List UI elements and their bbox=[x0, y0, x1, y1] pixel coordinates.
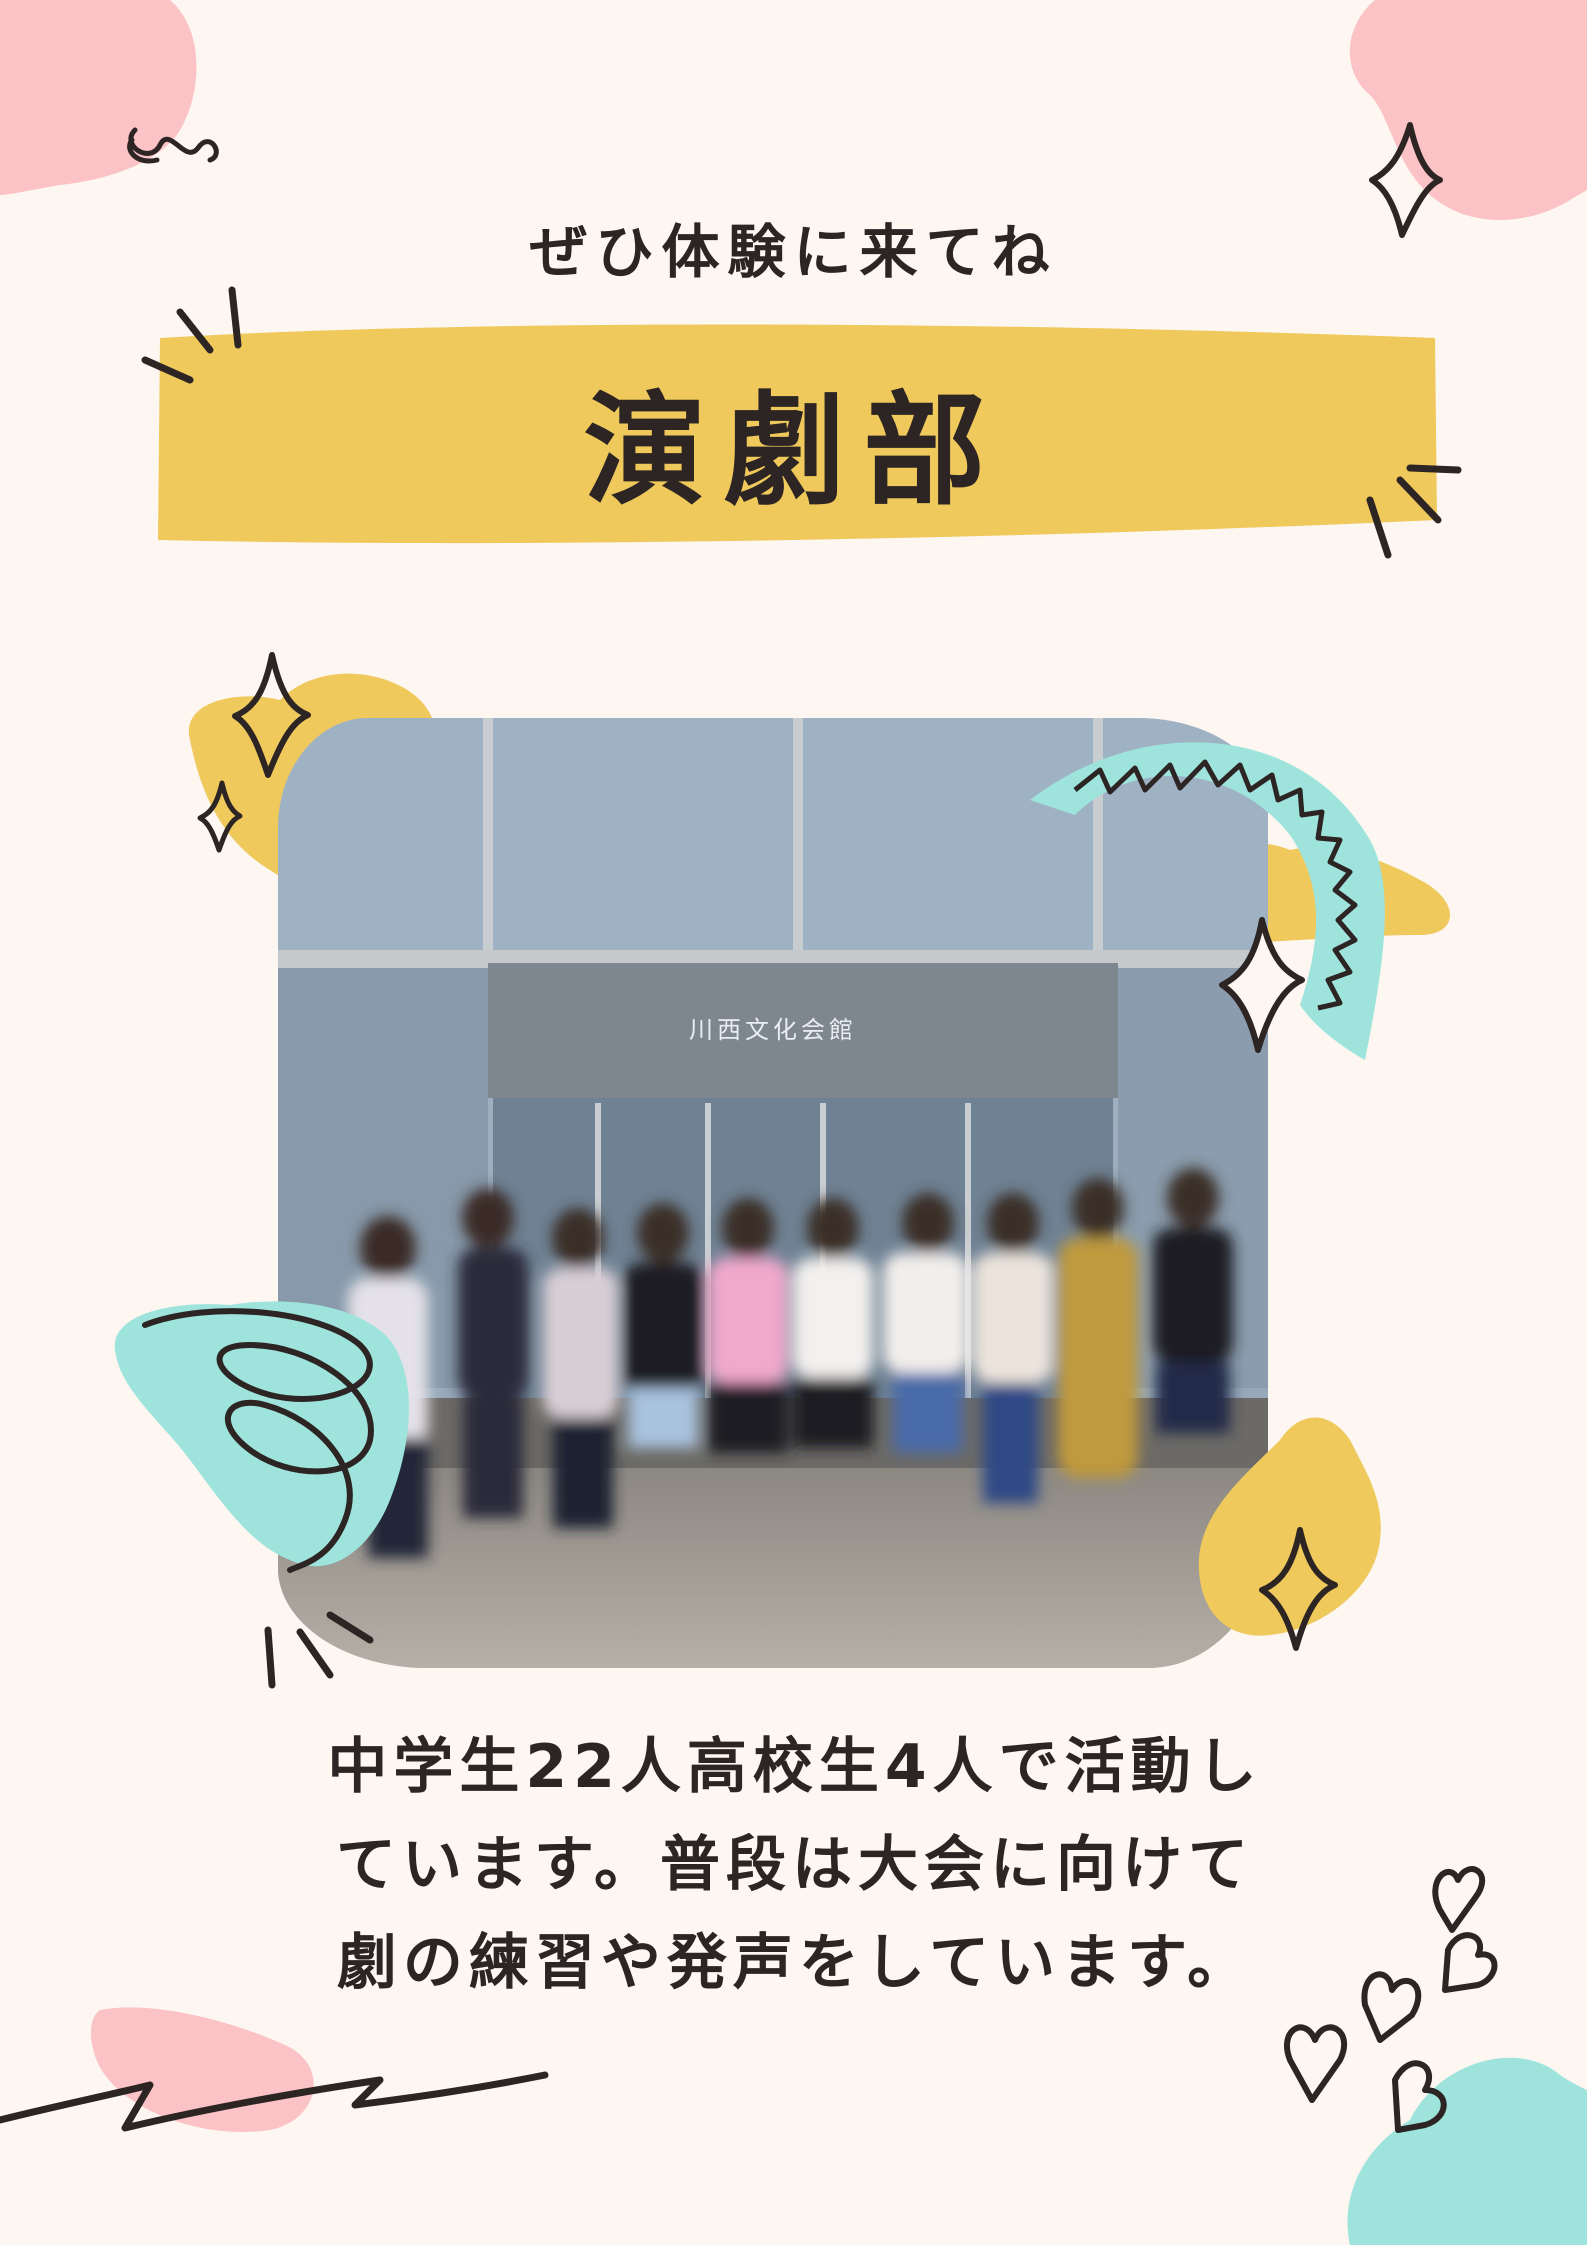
heart-icon bbox=[1442, 1932, 1498, 1993]
description-line: ています。普段は大会に向けて bbox=[336, 1830, 1254, 1900]
page-title: 演劇部 bbox=[583, 380, 1004, 522]
mint-blob-left bbox=[114, 1301, 409, 1567]
mint-arc-shape bbox=[1030, 742, 1385, 1060]
heart-icon bbox=[1432, 1866, 1486, 1933]
heart-icon bbox=[1361, 1971, 1422, 2043]
description-line: 中学生22人高校生4人で活動し bbox=[327, 1732, 1263, 1802]
description-line: 劇の練習や発声をしています。 bbox=[336, 1928, 1254, 1998]
club-description: 中学生22人高校生4人で活動し ています。普段は大会に向けて 劇の練習や発声をし… bbox=[250, 1718, 1340, 2012]
sparkle-icon bbox=[1219, 917, 1305, 1053]
heart-icon bbox=[1284, 2024, 1348, 2103]
invitation-subtitle: ぜひ体験に来てね bbox=[529, 218, 1058, 286]
burst-lines-icon bbox=[264, 1611, 374, 1689]
yellow-blob-bottom-right bbox=[1198, 1417, 1381, 1636]
mint-blob-bottom-right bbox=[1347, 2057, 1587, 2245]
